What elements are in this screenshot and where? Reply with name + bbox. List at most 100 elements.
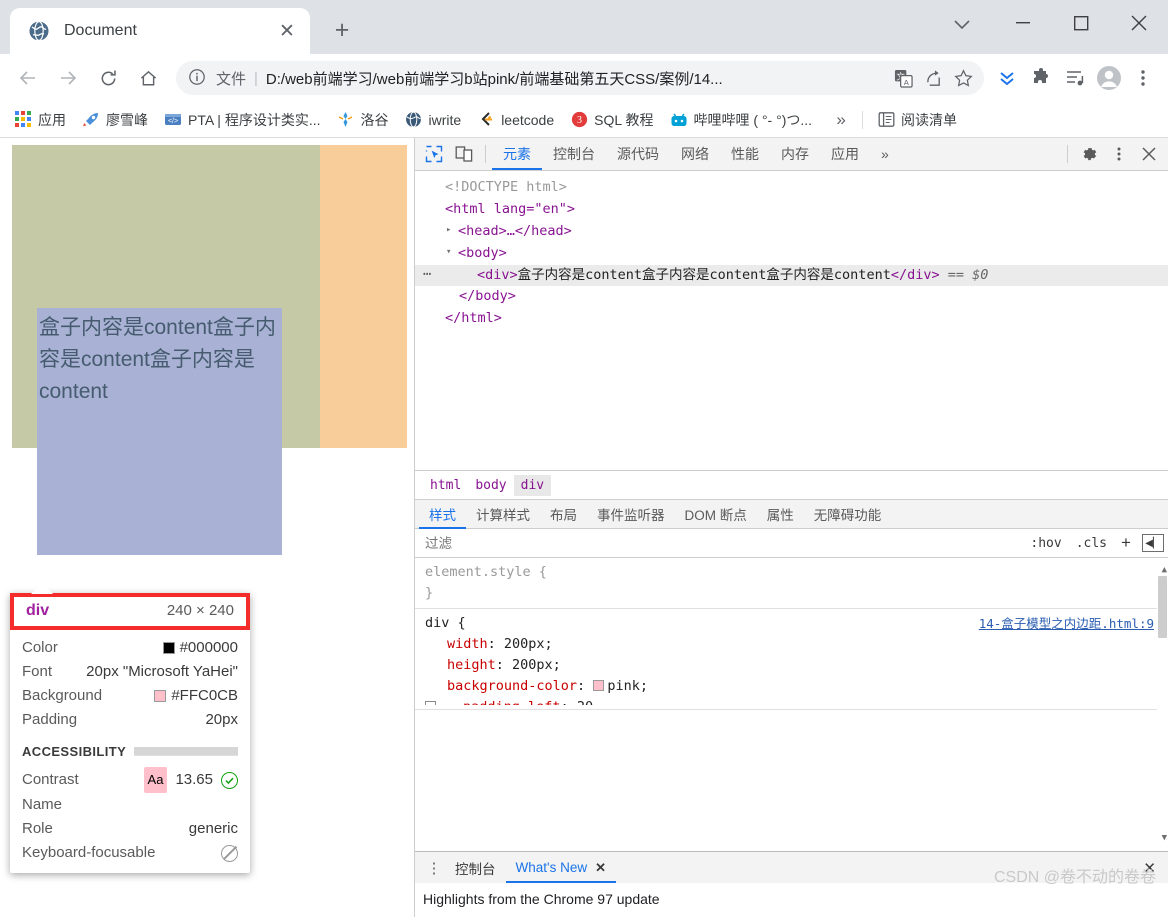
svg-text:</>: </>: [168, 118, 178, 125]
reload-icon[interactable]: [88, 58, 128, 98]
subtab-properties[interactable]: 属性: [757, 500, 804, 529]
subtab-accessibility[interactable]: 无障碍功能: [804, 500, 892, 529]
subtab-styles[interactable]: 样式: [419, 500, 466, 529]
url-text[interactable]: D:/web前端学习/web前端学习b站pink/前端基础第五天CSS/案例/1…: [266, 68, 888, 89]
vertical-dots-icon[interactable]: [1104, 140, 1134, 168]
class-toggle-button[interactable]: .cls: [1069, 536, 1114, 551]
playlist-icon[interactable]: [1058, 61, 1092, 95]
prop-value[interactable]: 20: [577, 699, 593, 705]
row-key: Role: [22, 820, 53, 837]
bookmark-pta[interactable]: </> PTA | 程序设计类实...: [158, 106, 327, 134]
devtools-tab-performance[interactable]: 性能: [720, 138, 770, 170]
expand-triangle-icon[interactable]: ▸: [446, 220, 458, 242]
vertical-dots-icon[interactable]: ⋮: [423, 859, 445, 877]
bookmark-luogu[interactable]: 洛谷: [331, 106, 395, 134]
breadcrumb-html[interactable]: html: [423, 475, 468, 496]
downloads-extension-icon[interactable]: [990, 61, 1024, 95]
devtools-tab-application[interactable]: 应用: [820, 138, 870, 170]
inspect-cursor-icon[interactable]: [419, 140, 449, 168]
declaration-height[interactable]: height: 200px;: [425, 655, 1160, 676]
devtools-tab-console[interactable]: 控制台: [542, 138, 606, 170]
dom-tree[interactable]: <!DOCTYPE html> <html lang="en"> ▸ <head>…: [415, 171, 1168, 470]
subtab-event-listeners[interactable]: 事件监听器: [587, 500, 675, 529]
styles-pane[interactable]: element.style { } 14-盒子模型之内边距.html:9 div…: [415, 558, 1168, 851]
rule-element-style[interactable]: element.style { }: [415, 558, 1168, 609]
prop-value[interactable]: pink;: [607, 678, 648, 694]
dom-line-doctype[interactable]: <!DOCTYPE html>: [415, 177, 1168, 199]
bookmark-leetcode[interactable]: leetcode: [471, 106, 560, 134]
declaration-padding-left[interactable]: padding-left: 20: [425, 697, 1160, 705]
reading-list-button[interactable]: 阅读清单: [871, 106, 963, 134]
drawer-tab-whats-new[interactable]: What's New ✕: [506, 853, 617, 883]
back-icon[interactable]: [8, 58, 48, 98]
devtools-tab-memory[interactable]: 内存: [770, 138, 820, 170]
sidebar-toggle-icon[interactable]: ◀▏: [1142, 534, 1164, 552]
browser-tab[interactable]: Document ✕: [10, 8, 310, 54]
bookmark-sql[interactable]: 3 SQL 教程: [564, 106, 659, 134]
tooltip-row-role: Role generic: [22, 817, 238, 841]
browser-window: Document ✕ + 文件 | D:/web前端学习/web前端学习b站pi…: [0, 0, 1168, 917]
device-toolbar-icon[interactable]: [449, 140, 479, 168]
styles-scrollbar[interactable]: ▲ ▼: [1157, 558, 1168, 851]
drawer-tab-console[interactable]: 控制台: [445, 853, 506, 883]
hover-state-button[interactable]: :hov: [1023, 536, 1068, 551]
profile-avatar[interactable]: [1092, 61, 1126, 95]
dom-line-head[interactable]: ▸ <head>…</head>: [415, 220, 1168, 242]
bookmark-bilibili[interactable]: 哔哩哔哩 ( °- °)つ...: [664, 106, 819, 134]
new-style-rule-button[interactable]: +: [1114, 533, 1138, 553]
share-icon[interactable]: [918, 63, 948, 93]
bookmark-iwrite[interactable]: iwrite: [399, 106, 468, 134]
minimize-button[interactable]: [994, 0, 1052, 46]
dom-line-html-open[interactable]: <html lang="en">: [415, 199, 1168, 221]
node-badge-icon[interactable]: ⋯: [423, 264, 432, 286]
address-bar[interactable]: 文件 | D:/web前端学习/web前端学习b站pink/前端基础第五天CSS…: [176, 61, 984, 95]
collapse-triangle-icon[interactable]: ▾: [446, 242, 458, 264]
close-icon[interactable]: ✕: [595, 860, 606, 876]
close-window-button[interactable]: [1110, 0, 1168, 46]
devtools-tab-network[interactable]: 网络: [670, 138, 720, 170]
devtools-tab-more[interactable]: »: [870, 138, 900, 170]
declaration-checkbox[interactable]: [425, 701, 436, 705]
subtab-computed[interactable]: 计算样式: [466, 500, 540, 529]
gear-icon[interactable]: [1074, 140, 1104, 168]
bookmark-liaoxuefeng[interactable]: 廖雪峰: [76, 106, 154, 134]
home-icon[interactable]: [128, 58, 168, 98]
translate-icon[interactable]: 文A: [888, 63, 918, 93]
dom-line-body-open[interactable]: ▾ <body>: [415, 242, 1168, 264]
rule-div[interactable]: 14-盒子模型之内边距.html:9 div { width: 200px; h…: [415, 609, 1168, 710]
breadcrumb-body[interactable]: body: [468, 475, 513, 496]
subtab-dom-breakpoints[interactable]: DOM 断点: [675, 500, 757, 529]
declaration-background-color[interactable]: background-color: pink;: [425, 676, 1160, 697]
star-icon[interactable]: [948, 63, 978, 93]
chevron-down-icon[interactable]: [942, 8, 982, 42]
breadcrumb-div[interactable]: div: [513, 474, 552, 496]
close-icon[interactable]: [1134, 140, 1164, 168]
dom-line-body-close[interactable]: </body>: [415, 286, 1168, 308]
subtab-layout[interactable]: 布局: [540, 500, 587, 529]
puzzle-extension-icon[interactable]: [1024, 61, 1058, 95]
devtools-tab-sources[interactable]: 源代码: [606, 138, 670, 170]
bookmarks-overflow-button[interactable]: »: [828, 110, 854, 130]
scroll-down-arrow-icon[interactable]: ▼: [1162, 828, 1167, 849]
prop-value[interactable]: 200px;: [512, 657, 561, 673]
filter-input[interactable]: [423, 534, 1024, 552]
maximize-button[interactable]: [1052, 0, 1110, 46]
close-icon[interactable]: ✕: [274, 18, 300, 44]
dom-line-div-selected[interactable]: ⋯ <div>盒子内容是content盒子内容是content盒子内容是conte…: [415, 264, 1168, 286]
info-circle-icon[interactable]: [188, 68, 208, 88]
chrome-menu-icon[interactable]: [1126, 61, 1160, 95]
sql-icon: 3: [570, 111, 588, 129]
section-divider: [134, 747, 238, 756]
devtools-tab-elements[interactable]: 元素: [492, 138, 542, 170]
style-source-link[interactable]: 14-盒子模型之内边距.html:9: [979, 613, 1154, 634]
color-swatch[interactable]: [593, 680, 605, 691]
forward-icon[interactable]: [48, 58, 88, 98]
body-open-text: <body>: [458, 245, 507, 261]
new-tab-button[interactable]: +: [322, 10, 362, 50]
prop-value[interactable]: 200px;: [504, 636, 553, 652]
dom-line-html-close[interactable]: </html>: [415, 308, 1168, 330]
bookmark-label: SQL 教程: [594, 111, 654, 128]
declaration-width[interactable]: width: 200px;: [425, 634, 1160, 655]
bookmark-apps[interactable]: 应用: [8, 106, 72, 134]
scrollbar-thumb[interactable]: [1158, 576, 1167, 638]
